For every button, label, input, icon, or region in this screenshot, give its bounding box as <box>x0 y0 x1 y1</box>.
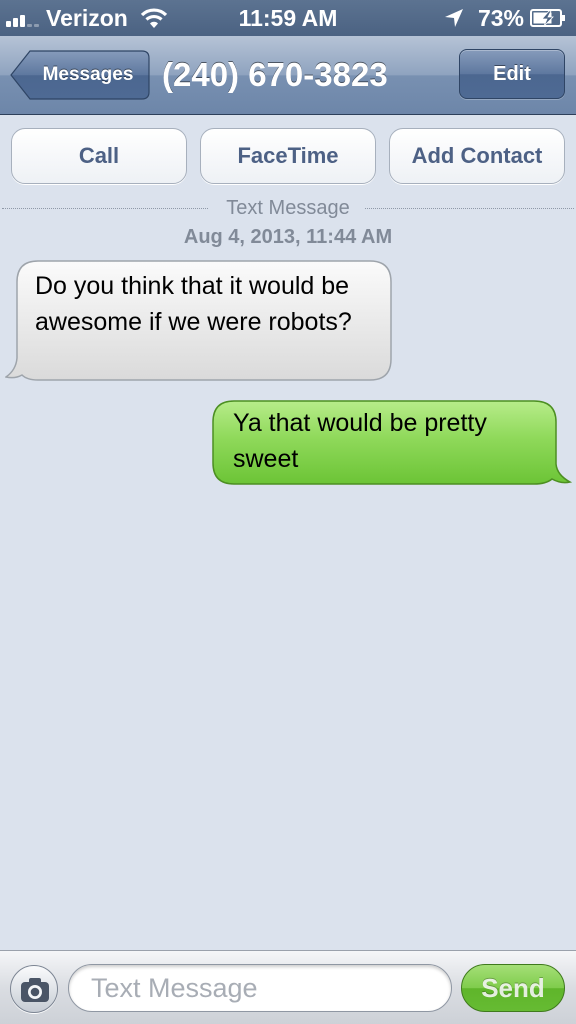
back-button[interactable]: Messages <box>10 50 150 100</box>
divider-line-right <box>365 208 574 209</box>
message-input[interactable] <box>68 964 452 1012</box>
received-message-text: Do you think that it would be awesome if… <box>35 272 352 336</box>
location-arrow-icon <box>444 9 463 27</box>
back-button-label: Messages <box>42 64 134 85</box>
page-title: (240) 670-3823 <box>162 56 388 93</box>
navigation-bar: Messages (240) 670-3823 Edit <box>0 36 576 115</box>
camera-icon <box>21 978 49 1002</box>
sent-message-bubble[interactable]: Ya that would be pretty sweet <box>212 400 572 486</box>
call-button[interactable]: Call <box>11 128 187 184</box>
battery-charging-icon <box>530 9 565 27</box>
received-message-bubble[interactable]: Do you think that it would be awesome if… <box>5 260 393 382</box>
send-button[interactable]: Send <box>461 964 565 1012</box>
battery-percent: 73% <box>477 4 524 31</box>
sent-message-text: Ya that would be pretty sweet <box>233 409 487 473</box>
conversation-timestamp: Aug 4, 2013, 11:44 AM <box>183 226 393 248</box>
camera-button[interactable] <box>10 965 58 1013</box>
add-contact-button[interactable]: Add Contact <box>389 128 565 184</box>
edit-button[interactable]: Edit <box>459 49 565 99</box>
facetime-button[interactable]: FaceTime <box>200 128 376 184</box>
status-bar: Verizon 11:59 AM 73% <box>0 0 576 36</box>
compose-bar: Send <box>0 950 576 1024</box>
status-bar-right: 73% <box>444 5 566 31</box>
message-type-divider: Text Message <box>0 196 576 220</box>
